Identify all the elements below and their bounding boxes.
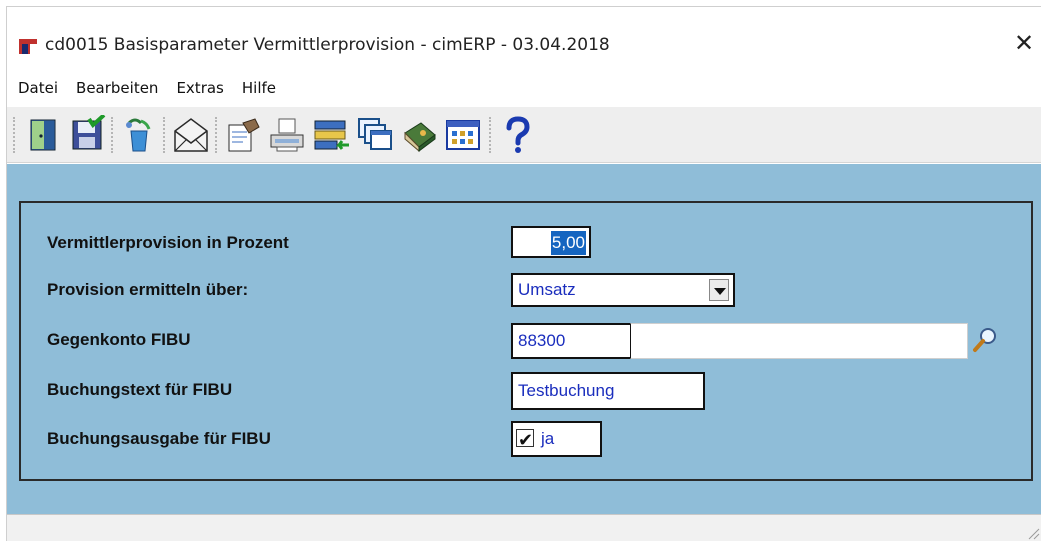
import-list-icon[interactable] [311, 115, 351, 155]
booking-text-label: Buchungstext für FIBU [47, 380, 233, 399]
provision-method-select[interactable]: Umsatz [511, 273, 735, 307]
calendar-grid-icon[interactable] [443, 115, 483, 155]
form-area: Vermittlerprovision in Prozent 5,00 Prov… [7, 164, 1041, 514]
toolbar-separator [163, 117, 166, 153]
exit-door-icon[interactable] [23, 115, 63, 155]
help-question-icon[interactable] [497, 115, 537, 155]
printer-icon[interactable] [267, 115, 307, 155]
chevron-down-icon[interactable] [709, 279, 729, 301]
resize-grip-icon[interactable] [1026, 526, 1040, 540]
title-bar: cd0015 Basisparameter Vermittlerprovisio… [7, 7, 1041, 65]
save-floppy-icon[interactable] [67, 113, 107, 155]
booking-output-value: ja [541, 429, 555, 448]
window-title: cd0015 Basisparameter Vermittlerprovisio… [45, 35, 610, 55]
parameter-group: Vermittlerprovision in Prozent 5,00 Prov… [19, 201, 1033, 481]
menu-datei[interactable]: Datei [18, 79, 58, 97]
edit-document-icon[interactable] [223, 115, 263, 155]
toolbar-separator [489, 117, 492, 153]
checkbox-box[interactable]: ✔ [516, 429, 534, 451]
provision-percent-input[interactable]: 5,00 [511, 226, 591, 258]
menu-bearbeiten[interactable]: Bearbeiten [76, 79, 158, 97]
mail-envelope-icon[interactable] [171, 115, 211, 155]
booking-text-input[interactable]: Testbuchung [511, 372, 705, 410]
provision-percent-value: 5,00 [550, 231, 586, 255]
recycle-refresh-icon[interactable] [119, 115, 159, 155]
offset-account-input[interactable]: 88300 [511, 323, 632, 359]
close-button[interactable]: ✕ [1010, 29, 1038, 57]
toolbar [7, 107, 1041, 163]
book-icon[interactable] [399, 115, 439, 155]
provision-percent-label: Vermittlerprovision in Prozent [47, 233, 289, 252]
toolbar-separator [215, 117, 218, 153]
search-icon[interactable] [971, 326, 999, 354]
windows-stack-icon[interactable] [355, 115, 395, 155]
offset-account-label: Gegenkonto FIBU [47, 330, 191, 349]
checkmark-icon: ✔ [518, 430, 534, 451]
menu-hilfe[interactable]: Hilfe [242, 79, 276, 97]
app-logo-icon [19, 39, 37, 54]
status-bar [7, 514, 1041, 541]
menu-extras[interactable]: Extras [176, 79, 223, 97]
provision-method-label: Provision ermitteln über: [47, 280, 249, 299]
app-window: cd0015 Basisparameter Vermittlerprovisio… [6, 6, 1041, 541]
menu-bar: Datei Bearbeiten Extras Hilfe [7, 75, 1041, 101]
offset-account-description [630, 323, 968, 359]
toolbar-separator [111, 117, 114, 153]
booking-output-label: Buchungsausgabe für FIBU [47, 429, 271, 448]
booking-output-checkbox[interactable]: ✔ ja [511, 421, 602, 457]
provision-method-value: Umsatz [518, 280, 576, 299]
toolbar-separator [13, 117, 16, 153]
